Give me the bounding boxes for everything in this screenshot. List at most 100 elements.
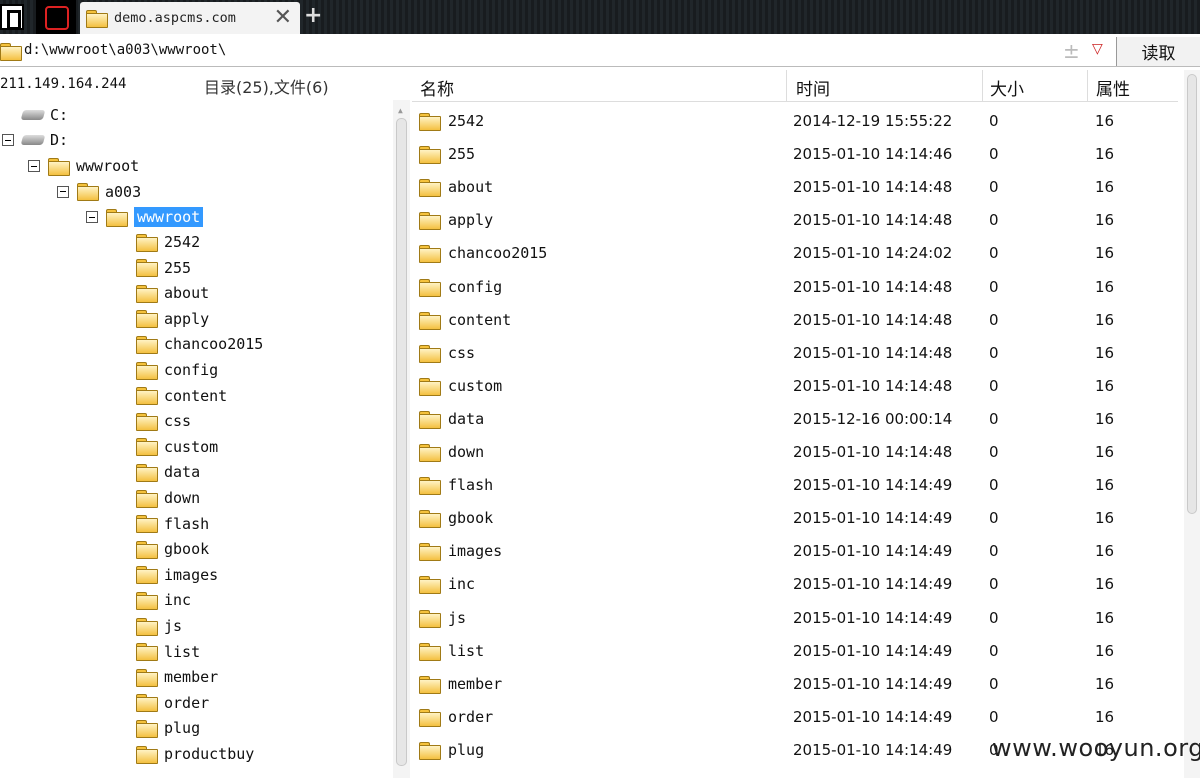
file-time: 2015-01-10 14:14:48 — [793, 178, 953, 197]
file-row[interactable]: content 2015-01-10 14:14:48 0 16 — [412, 303, 1182, 336]
close-icon[interactable]: ✕ — [274, 5, 292, 30]
new-tab-button[interactable]: + — [304, 3, 322, 28]
file-size: 0 — [989, 608, 999, 627]
file-row[interactable]: flash 2015-01-10 14:14:49 0 16 — [412, 468, 1182, 501]
tree-label: about — [164, 284, 210, 303]
read-button[interactable]: 读取 — [1116, 37, 1200, 66]
tree-label: css — [164, 412, 192, 431]
file-row[interactable]: custom 2015-01-10 14:14:48 0 16 — [412, 369, 1182, 402]
tree-folder[interactable]: order — [136, 691, 209, 715]
file-attr: 16 — [1095, 178, 1115, 197]
collapse-icon[interactable] — [2, 134, 14, 146]
file-row[interactable]: gbook 2015-01-10 14:14:49 0 16 — [412, 501, 1182, 534]
file-attr: 16 — [1095, 112, 1115, 130]
item-count: 目录(25),文件(6) — [204, 78, 329, 97]
file-time: 2015-01-10 14:14:49 — [793, 575, 953, 594]
tree-folder[interactable]: flash — [136, 512, 209, 536]
tree-folder[interactable]: images — [136, 563, 218, 587]
file-row[interactable]: images 2015-01-10 14:14:49 0 16 — [412, 534, 1182, 567]
file-time: 2014-12-19 15:55:22 — [793, 112, 953, 130]
tree-folder[interactable]: plug — [136, 716, 200, 740]
file-row[interactable]: order 2015-01-10 14:14:49 0 16 — [412, 700, 1182, 733]
folder-icon — [136, 668, 158, 687]
tree-folder[interactable]: content — [136, 384, 227, 408]
tree-folder[interactable]: productbuy — [136, 742, 254, 766]
tree-folder[interactable]: a003 — [57, 180, 141, 204]
file-row[interactable]: css 2015-01-10 14:14:48 0 16 — [412, 336, 1182, 369]
collapse-icon[interactable] — [28, 160, 40, 172]
column-divider[interactable] — [1087, 70, 1088, 102]
tree-label: C: — [50, 106, 69, 124]
column-attr[interactable]: 属性 — [1096, 75, 1130, 100]
scrollbar-thumb[interactable] — [1187, 74, 1197, 514]
tree-folder[interactable]: wwwroot — [28, 154, 139, 178]
collapse-icon[interactable] — [57, 185, 69, 198]
folder-icon — [48, 157, 70, 176]
column-size[interactable]: 大小 — [990, 75, 1024, 100]
file-row[interactable]: 255 2015-01-10 14:14:46 0 16 — [412, 137, 1182, 170]
tree-folder[interactable]: chancoo2015 — [136, 332, 263, 356]
file-row[interactable]: data 2015-12-16 00:00:14 0 16 — [412, 402, 1182, 435]
tree-folder[interactable]: 255 — [136, 256, 191, 280]
bookmark-icon[interactable]: ± — [1063, 39, 1080, 63]
tree-folder[interactable]: wwwroot — [86, 205, 204, 229]
tree-folder[interactable]: member — [136, 665, 218, 689]
tree-folder[interactable]: gbook — [136, 537, 209, 561]
file-name: custom — [448, 376, 503, 395]
file-row[interactable]: about 2015-01-10 14:14:48 0 16 — [412, 170, 1182, 203]
file-row[interactable]: config 2015-01-10 14:14:48 0 16 — [412, 270, 1182, 303]
file-row[interactable]: down 2015-01-10 14:14:48 0 16 — [412, 435, 1182, 468]
folder-icon — [136, 617, 158, 636]
tree-folder[interactable]: inc — [136, 588, 191, 612]
folder-icon — [136, 745, 158, 764]
file-row[interactable]: chancoo2015 2015-01-10 14:24:02 0 16 — [412, 236, 1182, 269]
app-logo-icon[interactable] — [36, 0, 76, 34]
tree-folder[interactable]: apply — [136, 307, 209, 331]
tree-folder[interactable]: config — [136, 358, 218, 382]
tree-folder[interactable]: data — [136, 460, 200, 484]
tree-label: data — [164, 463, 201, 482]
tree-folder[interactable]: css — [136, 409, 191, 433]
file-row[interactable]: 2542 2014-12-19 15:55:22 0 16 — [412, 104, 1182, 137]
tree-drive[interactable]: D: — [2, 128, 68, 152]
path-input[interactable]: d:\wwwroot\a003\wwwroot\ — [24, 42, 226, 58]
column-time[interactable]: 时间 — [796, 75, 830, 100]
window-menu-button[interactable] — [0, 4, 24, 30]
collapse-icon[interactable] — [86, 211, 98, 223]
file-row[interactable]: apply 2015-01-10 14:14:48 0 16 — [412, 203, 1182, 236]
drive-icon — [20, 110, 46, 120]
tree-folder[interactable]: custom — [136, 435, 218, 459]
tab-active[interactable]: demo.aspcms.com ✕ — [80, 2, 300, 34]
tree-folder[interactable]: down — [136, 486, 200, 510]
column-divider[interactable] — [982, 70, 983, 102]
folder-icon — [136, 694, 158, 713]
file-name: apply — [448, 211, 494, 230]
file-list-scrollbar[interactable] — [1184, 70, 1200, 778]
file-row[interactable]: member 2015-01-10 14:14:49 0 16 — [412, 667, 1182, 700]
tree-drive[interactable]: C: — [20, 103, 69, 127]
tree-scrollbar[interactable]: ▲ — [393, 100, 410, 778]
file-name: content — [448, 310, 512, 329]
column-divider[interactable] — [786, 70, 787, 102]
column-name[interactable]: 名称 — [420, 75, 454, 100]
file-row[interactable]: inc 2015-01-10 14:14:49 0 16 — [412, 567, 1182, 600]
tree-folder[interactable]: js — [136, 614, 182, 638]
folder-icon — [86, 9, 108, 28]
file-time: 2015-01-10 14:14:46 — [793, 145, 953, 164]
tree-folder[interactable]: list — [136, 640, 200, 664]
tree-folder[interactable]: about — [136, 281, 209, 305]
file-time: 2015-01-10 14:14:49 — [793, 707, 953, 726]
tree-label: content — [164, 386, 228, 405]
tab-title: demo.aspcms.com — [114, 10, 236, 26]
scrollbar-thumb[interactable] — [396, 118, 407, 766]
file-row[interactable]: js 2015-01-10 14:14:49 0 16 — [412, 601, 1182, 634]
tree-folder[interactable]: 2542 — [136, 230, 200, 254]
file-name: js — [448, 608, 467, 627]
scroll-up-icon[interactable]: ▲ — [398, 106, 403, 115]
file-attr: 16 — [1095, 674, 1115, 693]
file-name: inc — [448, 575, 476, 594]
tree-label: list — [164, 642, 201, 661]
folder-icon — [419, 311, 441, 330]
file-row[interactable]: list 2015-01-10 14:14:49 0 16 — [412, 634, 1182, 667]
chevron-down-icon[interactable]: ▽ — [1092, 41, 1103, 57]
